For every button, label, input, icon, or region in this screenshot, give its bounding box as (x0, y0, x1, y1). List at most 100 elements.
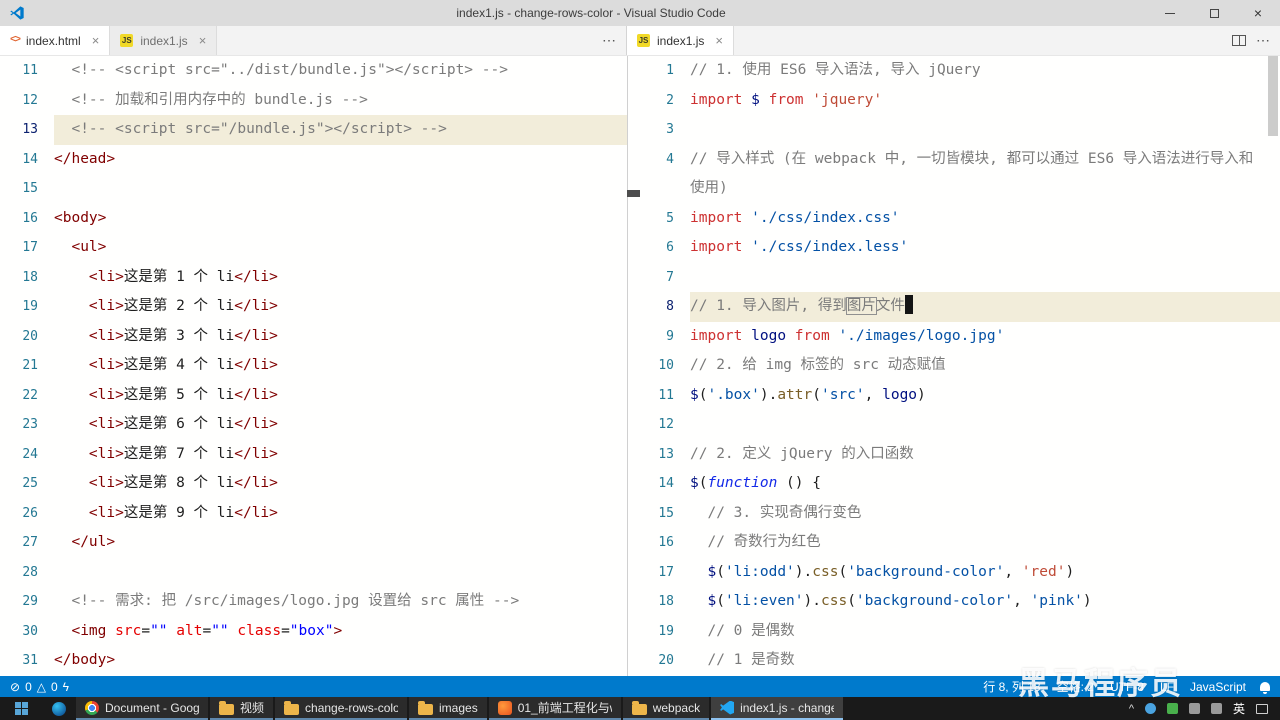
line-number[interactable]: 11 (0, 56, 54, 86)
line-number[interactable]: 5 (628, 204, 690, 234)
action-center-icon[interactable] (1256, 703, 1268, 714)
line-number[interactable]: 1 (628, 56, 690, 86)
code-line[interactable]: 3 (628, 115, 1280, 145)
line-number[interactable]: 15 (628, 499, 690, 529)
code-text[interactable]: <!-- 需求: 把 /src/images/logo.jpg 设置给 src … (54, 587, 627, 617)
maximize-button[interactable] (1192, 0, 1236, 26)
code-text[interactable]: // 1. 使用 ES6 导入语法, 导入 jQuery (690, 56, 1280, 86)
code-text[interactable]: <li>这是第 7 个 li</li> (54, 440, 627, 470)
line-number[interactable]: 26 (0, 499, 54, 529)
code-text[interactable]: import $ from 'jquery' (690, 86, 1280, 116)
line-number[interactable]: 12 (0, 86, 54, 116)
line-number[interactable]: 11 (628, 381, 690, 411)
line-number[interactable]: 19 (628, 617, 690, 647)
code-text[interactable]: // 奇数行为红色 (690, 528, 1280, 558)
code-line[interactable]: 4// 导入样式 (在 webpack 中, 一切皆模块, 都可以通过 ES6 … (628, 145, 1280, 204)
code-line[interactable]: 13 <!-- <script src="/bundle.js"></scrip… (0, 115, 627, 145)
code-text[interactable]: <img src="" alt="" class="box"> (54, 617, 627, 647)
code-line[interactable]: 15 // 3. 实现奇偶行变色 (628, 499, 1280, 529)
code-text[interactable]: // 1. 导入图片, 得到图片文件 (690, 292, 1280, 322)
code-line[interactable]: 21 <li>这是第 4 个 li</li> (0, 351, 627, 381)
line-number[interactable]: 23 (0, 410, 54, 440)
code-line[interactable]: 25 <li>这是第 8 个 li</li> (0, 469, 627, 499)
split-editor-icon[interactable] (1232, 35, 1246, 46)
code-line[interactable]: 10// 2. 给 img 标签的 src 动态赋值 (628, 351, 1280, 381)
line-number[interactable]: 30 (0, 617, 54, 647)
code-text[interactable]: <!-- <script src="../dist/bundle.js"></s… (54, 56, 627, 86)
code-text[interactable]: // 2. 给 img 标签的 src 动态赋值 (690, 351, 1280, 381)
code-line[interactable]: 12 <!-- 加载和引用内存中的 bundle.js --> (0, 86, 627, 116)
taskbar-button[interactable]: 视频 (210, 697, 274, 720)
line-number[interactable]: 6 (628, 233, 690, 263)
line-number[interactable]: 2 (628, 86, 690, 116)
line-number[interactable]: 13 (628, 440, 690, 470)
code-line[interactable]: 16 // 奇数行为红色 (628, 528, 1280, 558)
code-text[interactable]: $(function () { (690, 469, 1280, 499)
taskbar-button[interactable]: images (409, 697, 487, 720)
code-text[interactable]: </ul> (54, 528, 627, 558)
code-text[interactable]: // 3. 实现奇偶行变色 (690, 499, 1280, 529)
code-line[interactable]: 7 (628, 263, 1280, 293)
line-number[interactable]: 18 (0, 263, 54, 293)
code-line[interactable]: 1// 1. 使用 ES6 导入语法, 导入 jQuery (628, 56, 1280, 86)
line-number[interactable]: 20 (628, 646, 690, 676)
code-text[interactable]: <li>这是第 3 个 li</li> (54, 322, 627, 352)
line-number[interactable]: 19 (0, 292, 54, 322)
line-number[interactable]: 10 (628, 351, 690, 381)
code-line[interactable]: 20 // 1 是奇数 (628, 646, 1280, 676)
code-line[interactable]: 11 $('.box').attr('src', logo) (628, 381, 1280, 411)
line-number[interactable]: 24 (0, 440, 54, 470)
line-number[interactable]: 13 (0, 115, 54, 145)
language-indicator[interactable]: 英 (1233, 700, 1245, 717)
code-line[interactable]: 28 (0, 558, 627, 588)
code-text[interactable]: // 1 是奇数 (690, 646, 1280, 676)
tray-app-icon[interactable] (1166, 703, 1178, 714)
close-tab-icon[interactable]: × (715, 33, 723, 48)
code-line[interactable]: 19 <li>这是第 2 个 li</li> (0, 292, 627, 322)
code-line[interactable]: 9 import logo from './images/logo.jpg' (628, 322, 1280, 352)
code-text[interactable]: <li>这是第 2 个 li</li> (54, 292, 627, 322)
code-line[interactable]: 2 import $ from 'jquery' (628, 86, 1280, 116)
code-line[interactable]: 23 <li>这是第 6 个 li</li> (0, 410, 627, 440)
code-text[interactable]: <body> (54, 204, 627, 234)
line-number[interactable]: 27 (0, 528, 54, 558)
status-item[interactable]: 行 8, 列 18 (983, 678, 1040, 695)
line-number[interactable]: 7 (628, 263, 690, 293)
code-text[interactable] (690, 263, 1280, 293)
tray-app-icon[interactable] (1144, 703, 1156, 714)
code-line[interactable]: 14 $(function () { (628, 469, 1280, 499)
code-text[interactable]: <li>这是第 1 个 li</li> (54, 263, 627, 293)
code-line[interactable]: 12 (628, 410, 1280, 440)
status-item[interactable]: LF (1160, 680, 1174, 694)
line-number[interactable]: 28 (0, 558, 54, 588)
code-line[interactable]: 15 (0, 174, 627, 204)
network-icon[interactable] (1210, 703, 1222, 714)
code-text[interactable] (690, 410, 1280, 440)
code-text[interactable]: import './css/index.css' (690, 204, 1280, 234)
code-line[interactable]: 20 <li>这是第 3 个 li</li> (0, 322, 627, 352)
taskbar-button[interactable]: change-rows-color (275, 697, 408, 720)
tab-index-html[interactable]: <> index.html × (0, 26, 111, 55)
code-line[interactable]: 6 import './css/index.less' (628, 233, 1280, 263)
code-text[interactable]: <li>这是第 8 个 li</li> (54, 469, 627, 499)
code-text[interactable]: // 2. 定义 jQuery 的入口函数 (690, 440, 1280, 470)
line-number[interactable]: 21 (0, 351, 54, 381)
code-text[interactable]: $('li:even').css('background-color', 'pi… (690, 587, 1280, 617)
code-text[interactable]: import logo from './images/logo.jpg' (690, 322, 1280, 352)
scrollbar[interactable] (1266, 56, 1280, 676)
close-tab-icon[interactable]: × (92, 33, 100, 48)
lightning-icon[interactable]: ϟ (63, 680, 69, 694)
volume-icon[interactable] (1188, 703, 1200, 714)
code-line[interactable]: 30 <img src="" alt="" class="box"> (0, 617, 627, 647)
code-line[interactable]: 17 <ul> (0, 233, 627, 263)
line-number[interactable]: 29 (0, 587, 54, 617)
code-line[interactable]: 14 </head> (0, 145, 627, 175)
line-number[interactable]: 15 (0, 174, 54, 204)
code-line[interactable]: 29 <!-- 需求: 把 /src/images/logo.jpg 设置给 s… (0, 587, 627, 617)
code-text[interactable]: // 0 是偶数 (690, 617, 1280, 647)
code-line[interactable]: 22 <li>这是第 5 个 li</li> (0, 381, 627, 411)
code-text[interactable]: <li>这是第 9 个 li</li> (54, 499, 627, 529)
code-text[interactable]: // 导入样式 (在 webpack 中, 一切皆模块, 都可以通过 ES6 导… (690, 145, 1280, 204)
code-text[interactable]: </body> (54, 646, 627, 676)
line-number[interactable]: 14 (0, 145, 54, 175)
